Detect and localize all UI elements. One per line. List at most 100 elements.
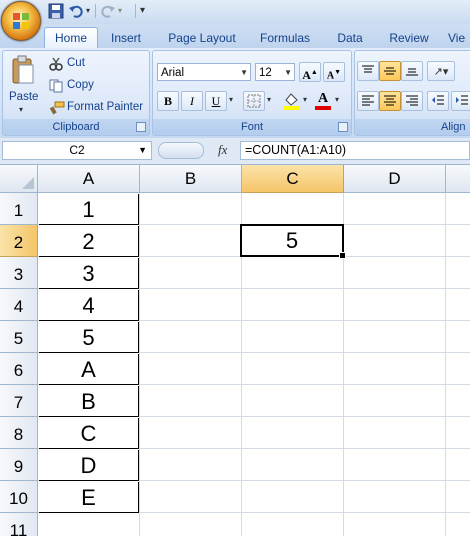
save-icon[interactable] xyxy=(48,3,64,19)
decrease-indent-icon[interactable] xyxy=(427,91,449,111)
column-header-e[interactable] xyxy=(446,165,470,193)
row-header-10[interactable]: 10 xyxy=(0,481,38,513)
cell-a8[interactable]: C xyxy=(39,418,139,449)
font-dialog-launcher-icon[interactable] xyxy=(338,122,348,132)
font-group: Arial ▼ 12 ▼ A▲ A▼ B I U ▾ ▾ ▾ A ▾ Font xyxy=(152,50,352,136)
cell-a9[interactable]: D xyxy=(39,450,139,481)
grow-font-icon[interactable]: A▲ xyxy=(299,62,321,82)
paste-icon[interactable] xyxy=(11,55,35,88)
font-size-combo[interactable]: 12 ▼ xyxy=(255,63,295,81)
copy-icon xyxy=(49,79,63,96)
fill-color-icon[interactable] xyxy=(281,91,303,111)
borders-icon[interactable] xyxy=(243,91,265,111)
row-header-5[interactable]: 5 xyxy=(0,321,38,353)
office-logo-icon xyxy=(13,13,29,29)
font-size-value: 12 xyxy=(259,67,272,79)
underline-dropdown-icon[interactable]: ▾ xyxy=(229,95,233,104)
row-header-3[interactable]: 3 xyxy=(0,257,38,289)
column-header-a[interactable]: A xyxy=(38,165,140,193)
paste-button[interactable]: Paste xyxy=(9,91,38,103)
clipboard-group-label: Clipboard xyxy=(3,119,149,135)
tab-home[interactable]: Home xyxy=(44,27,98,50)
tab-page-layout[interactable]: Page Layout xyxy=(164,28,240,48)
name-box[interactable]: C2 ▼ xyxy=(2,141,152,160)
format-painter-button[interactable]: Format Painter xyxy=(67,101,143,113)
redo-icon[interactable] xyxy=(100,3,116,19)
cell-a2[interactable]: 2 xyxy=(39,226,139,257)
column-header-b[interactable]: B xyxy=(140,165,242,193)
tab-formulas[interactable]: Formulas xyxy=(254,28,316,48)
underline-button[interactable]: U xyxy=(205,91,227,111)
insert-function-icon[interactable]: fx xyxy=(218,142,227,158)
cell-c2-value: 5 xyxy=(285,228,299,253)
row-header-9[interactable]: 9 xyxy=(0,449,38,481)
active-cell-c2[interactable]: 5 xyxy=(240,224,346,259)
bottom-align-icon[interactable] xyxy=(401,61,423,81)
alignment-group-label: Align xyxy=(355,119,470,135)
cell-a7[interactable]: B xyxy=(39,386,139,417)
row-header-1[interactable]: 1 xyxy=(0,193,38,225)
redo-dropdown-icon[interactable]: ▾ xyxy=(118,3,134,19)
undo-icon[interactable] xyxy=(68,3,84,19)
clipboard-dialog-launcher-icon[interactable] xyxy=(136,122,146,132)
quick-access-toolbar: ▾ ▾ ▾ xyxy=(0,0,470,24)
middle-align-icon[interactable] xyxy=(379,61,401,81)
row-header-7[interactable]: 7 xyxy=(0,385,38,417)
cut-icon xyxy=(49,57,63,74)
paste-dropdown-icon[interactable]: ▾ xyxy=(19,105,23,114)
formula-tools: fx xyxy=(158,141,238,160)
orientation-icon[interactable]: ↗▾ xyxy=(427,61,455,81)
fill-handle[interactable] xyxy=(339,252,346,259)
grid-line xyxy=(139,193,140,536)
row-header-8[interactable]: 8 xyxy=(0,417,38,449)
row-header-4[interactable]: 4 xyxy=(0,289,38,321)
font-name-value: Arial xyxy=(161,67,185,79)
copy-button[interactable]: Copy xyxy=(67,79,94,91)
alignment-group: ↗▾ Align xyxy=(354,50,470,136)
column-header-d[interactable]: D xyxy=(344,165,446,193)
row-header-2[interactable]: 2 xyxy=(0,225,38,257)
cut-button[interactable]: Cut xyxy=(67,57,85,69)
shrink-font-icon[interactable]: A▼ xyxy=(323,62,345,82)
top-align-icon[interactable] xyxy=(357,61,379,81)
cell-a5[interactable]: 5 xyxy=(39,322,139,353)
customize-toolbar-icon[interactable]: ▾ xyxy=(140,3,156,19)
tab-review[interactable]: Review xyxy=(384,28,434,48)
cell-a3[interactable]: 3 xyxy=(39,258,139,289)
bold-button[interactable]: B xyxy=(157,91,179,111)
fill-color-dropdown-icon[interactable]: ▾ xyxy=(303,95,307,104)
borders-dropdown-icon[interactable]: ▾ xyxy=(267,95,271,104)
tab-view[interactable]: Vie xyxy=(448,28,470,48)
formula-bar-toggle-icon[interactable] xyxy=(158,142,204,159)
toolbar-separator xyxy=(95,4,96,18)
italic-button[interactable]: I xyxy=(181,91,203,111)
font-group-label: Font xyxy=(153,119,351,135)
tab-data[interactable]: Data xyxy=(330,28,370,48)
select-all-button[interactable] xyxy=(0,165,38,193)
ribbon-tab-bar: Home Insert Page Layout Formulas Data Re… xyxy=(0,24,470,50)
office-button[interactable] xyxy=(1,1,41,41)
spreadsheet-grid: A B C D 1 2 3 4 5 6 7 8 9 10 11 1 2 3 4 … xyxy=(0,165,470,536)
grid-line xyxy=(445,193,446,536)
align-left-icon[interactable] xyxy=(357,91,379,111)
align-right-icon[interactable] xyxy=(401,91,423,111)
row-header-11[interactable]: 11 xyxy=(0,513,38,536)
toolbar-separator xyxy=(135,4,136,18)
cell-a1[interactable]: 1 xyxy=(39,194,139,225)
tab-insert[interactable]: Insert xyxy=(104,28,148,48)
increase-indent-icon[interactable] xyxy=(451,91,470,111)
font-color-icon[interactable]: A xyxy=(313,91,333,111)
align-center-icon[interactable] xyxy=(379,91,401,111)
cell-a10[interactable]: E xyxy=(39,482,139,513)
ribbon: Paste ▾ Cut Copy Format Painter Clipboar… xyxy=(0,48,470,139)
formula-input[interactable]: =COUNT(A1:A10) xyxy=(240,141,470,160)
column-header-c[interactable]: C xyxy=(242,165,344,193)
font-color-dropdown-icon[interactable]: ▾ xyxy=(335,95,339,104)
clipboard-group: Paste ▾ Cut Copy Format Painter Clipboar… xyxy=(2,50,150,136)
cell-a4[interactable]: 4 xyxy=(39,290,139,321)
font-name-combo[interactable]: Arial ▼ xyxy=(157,63,251,81)
chevron-down-icon: ▼ xyxy=(284,68,292,77)
row-header-6[interactable]: 6 xyxy=(0,353,38,385)
chevron-down-icon: ▼ xyxy=(240,68,248,77)
cell-a6[interactable]: A xyxy=(39,354,139,385)
